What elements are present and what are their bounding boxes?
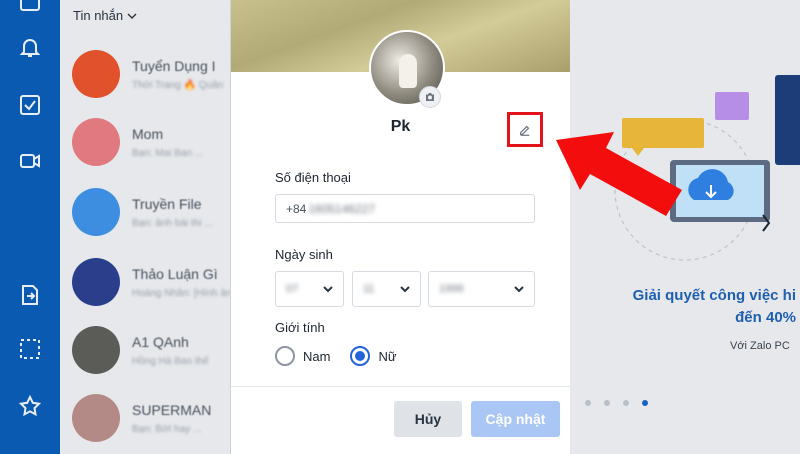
chevron-down-icon — [323, 286, 333, 293]
chevron-down-icon — [514, 286, 524, 293]
gender-label: Giới tính — [275, 320, 325, 335]
conversation-item[interactable]: Thảo Luận Gì Hoàng Nhân: [Hình ảnh] — [72, 252, 230, 312]
birthday-label: Ngày sinh — [275, 247, 333, 262]
left-nav-rail — [0, 0, 60, 454]
promo-panel: Giải quyết công việc hi đến 40% Với Zalo… — [570, 0, 800, 454]
avatar — [72, 326, 120, 374]
bell-icon[interactable] — [16, 33, 44, 61]
gender-radio-group: Nam Nữ — [275, 346, 397, 366]
gender-male-label: Nam — [303, 348, 331, 364]
share-icon[interactable] — [16, 281, 44, 309]
chevron-down-icon — [400, 286, 410, 293]
carousel-dot[interactable] — [585, 400, 591, 406]
birthday-year-select[interactable]: 1999 — [428, 271, 535, 307]
cancel-button[interactable]: Hủy — [394, 401, 462, 437]
modal-footer: Hủy Cập nhật — [231, 386, 570, 454]
carousel-dot[interactable] — [623, 400, 629, 406]
birthday-day-select[interactable]: 07 — [275, 271, 344, 307]
annotation-arrow — [556, 132, 682, 216]
chevron-down-icon — [127, 13, 137, 19]
screenshot-icon[interactable] — [16, 335, 44, 363]
avatar — [72, 258, 120, 306]
camera-icon[interactable] — [419, 86, 441, 108]
conversation-item[interactable]: SUPERMAN Bạn: Bớt hay ... — [72, 388, 230, 448]
avatar — [72, 394, 120, 442]
carousel-dot[interactable] — [604, 400, 610, 406]
star-icon[interactable] — [16, 392, 44, 420]
promo-headline: Giải quyết công việc hi đến 40% — [632, 287, 796, 326]
checkbox-icon[interactable] — [16, 91, 44, 119]
phone-label: Số điện thoại — [275, 170, 351, 185]
phone-field[interactable]: +84 1605146227 — [275, 194, 535, 223]
conversation-list: Tin nhắn Tuyển Dụng I Thời Trang 🔥 Quần M… — [60, 0, 230, 454]
conversation-item[interactable]: Tuyển Dụng I Thời Trang 🔥 Quần — [72, 44, 230, 104]
birthday-month-select[interactable]: 11 — [352, 271, 421, 307]
conversation-item[interactable]: Mom Bạn: Mai Ban ... — [72, 112, 230, 172]
avatar — [72, 118, 120, 166]
edit-name-button[interactable] — [507, 112, 543, 147]
avatar — [72, 50, 120, 98]
gender-female-label: Nữ — [378, 348, 397, 364]
video-icon[interactable] — [16, 147, 44, 175]
gender-male-radio[interactable] — [275, 346, 295, 366]
gender-female-radio[interactable] — [350, 346, 371, 366]
pencil-icon — [520, 125, 530, 136]
promo-subtitle: Với Zalo PC — [730, 340, 790, 352]
conversation-item[interactable]: Truyền File Bạn: ảnh bài thi ... — [72, 182, 230, 242]
update-button[interactable]: Cập nhật — [471, 401, 560, 437]
carousel-dots — [585, 400, 648, 406]
carousel-dot-active[interactable] — [642, 400, 648, 406]
avatar — [72, 188, 120, 236]
profile-modal: Pk Số điện thoại +84 1605146227 Ngày sin… — [231, 0, 570, 454]
conversation-item[interactable]: A1 QAnh Hồng Hà Bao thế — [72, 320, 230, 380]
conversation-list-header[interactable]: Tin nhắn — [73, 8, 137, 23]
chat-icon[interactable] — [16, 0, 44, 18]
